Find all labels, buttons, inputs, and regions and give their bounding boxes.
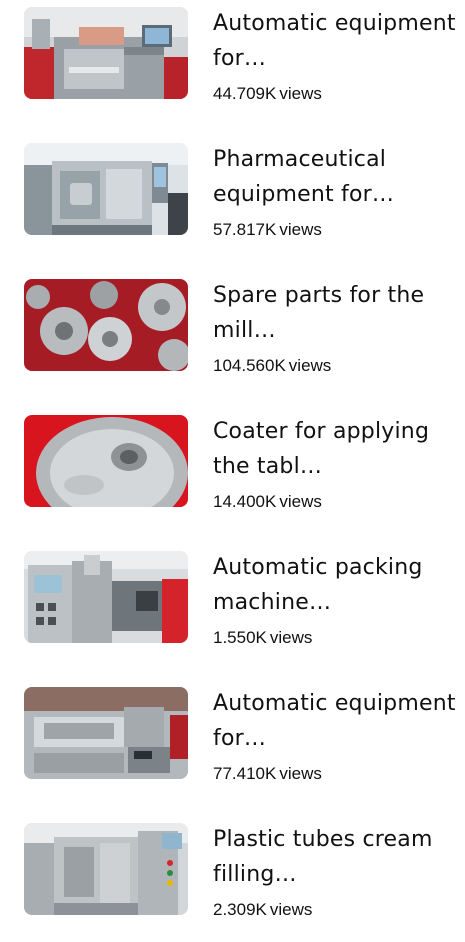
video-title[interactable]: Automatic equipment for…	[213, 6, 458, 76]
video-thumbnail[interactable]	[24, 279, 188, 371]
video-card[interactable]: Automatic packing machine… 1.550K views	[0, 544, 465, 670]
view-count-value: 77.410K	[213, 764, 277, 783]
video-thumbnail[interactable]	[24, 143, 188, 235]
video-title[interactable]: Automatic packing machine…	[213, 550, 458, 620]
video-title[interactable]: Coater for applying the tabl…	[213, 414, 458, 484]
video-title[interactable]: Pharmaceutical equipment for…	[213, 142, 458, 212]
video-title[interactable]: Plastic tubes cream filling…	[213, 822, 458, 892]
video-thumbnail[interactable]	[24, 415, 188, 507]
video-card[interactable]: Coater for applying the tabl… 14.400K vie…	[0, 408, 465, 534]
video-card[interactable]: Plastic tubes cream filling… 2.309K views	[0, 816, 465, 942]
view-count: 104.560K views	[213, 356, 331, 376]
tube-filler-image	[24, 823, 188, 915]
view-count: 77.410K views	[213, 764, 322, 784]
video-thumbnail[interactable]	[24, 551, 188, 643]
view-count-unit: views	[269, 628, 313, 647]
view-count-unit: views	[279, 764, 322, 783]
video-card[interactable]: Automatic equipment for… 44.709K views	[0, 0, 465, 126]
view-count: 2.309K views	[213, 900, 312, 920]
packing-line-image	[24, 7, 188, 99]
view-count-unit: views	[269, 900, 313, 919]
view-count-value: 14.400K	[213, 492, 277, 511]
video-card[interactable]: Automatic equipment for… 77.410K views	[0, 680, 465, 806]
view-count-value: 1.550K	[213, 628, 267, 647]
video-thumbnail[interactable]	[24, 823, 188, 915]
view-count-unit: views	[288, 356, 332, 375]
video-title[interactable]: Automatic equipment for…	[213, 686, 458, 756]
video-card[interactable]: Pharmaceutical equipment for… 57.817K vie…	[0, 136, 465, 262]
video-list: Automatic equipment for… 44.709K views Ph…	[0, 0, 465, 927]
gears-image	[24, 279, 188, 371]
coater-drum-image	[24, 415, 188, 507]
view-count-unit: views	[279, 84, 322, 103]
video-thumbnail[interactable]	[24, 687, 188, 779]
video-thumbnail[interactable]	[24, 7, 188, 99]
view-count-value: 44.709K	[213, 84, 277, 103]
view-count-value: 57.817K	[213, 220, 277, 239]
view-count: 57.817K views	[213, 220, 322, 240]
view-count: 44.709K views	[213, 84, 322, 104]
view-count-unit: views	[279, 220, 322, 239]
view-count: 1.550K views	[213, 628, 312, 648]
view-count: 14.400K views	[213, 492, 322, 512]
exhibition-machine-image	[24, 143, 188, 235]
video-card[interactable]: Spare parts for the mill… 104.560K views	[0, 272, 465, 398]
blister-machine-image	[24, 687, 188, 779]
packing-machine-image	[24, 551, 188, 643]
view-count-unit: views	[279, 492, 322, 511]
view-count-value: 2.309K	[213, 900, 267, 919]
view-count-value: 104.560K	[213, 356, 286, 375]
video-title[interactable]: Spare parts for the mill…	[213, 278, 458, 348]
